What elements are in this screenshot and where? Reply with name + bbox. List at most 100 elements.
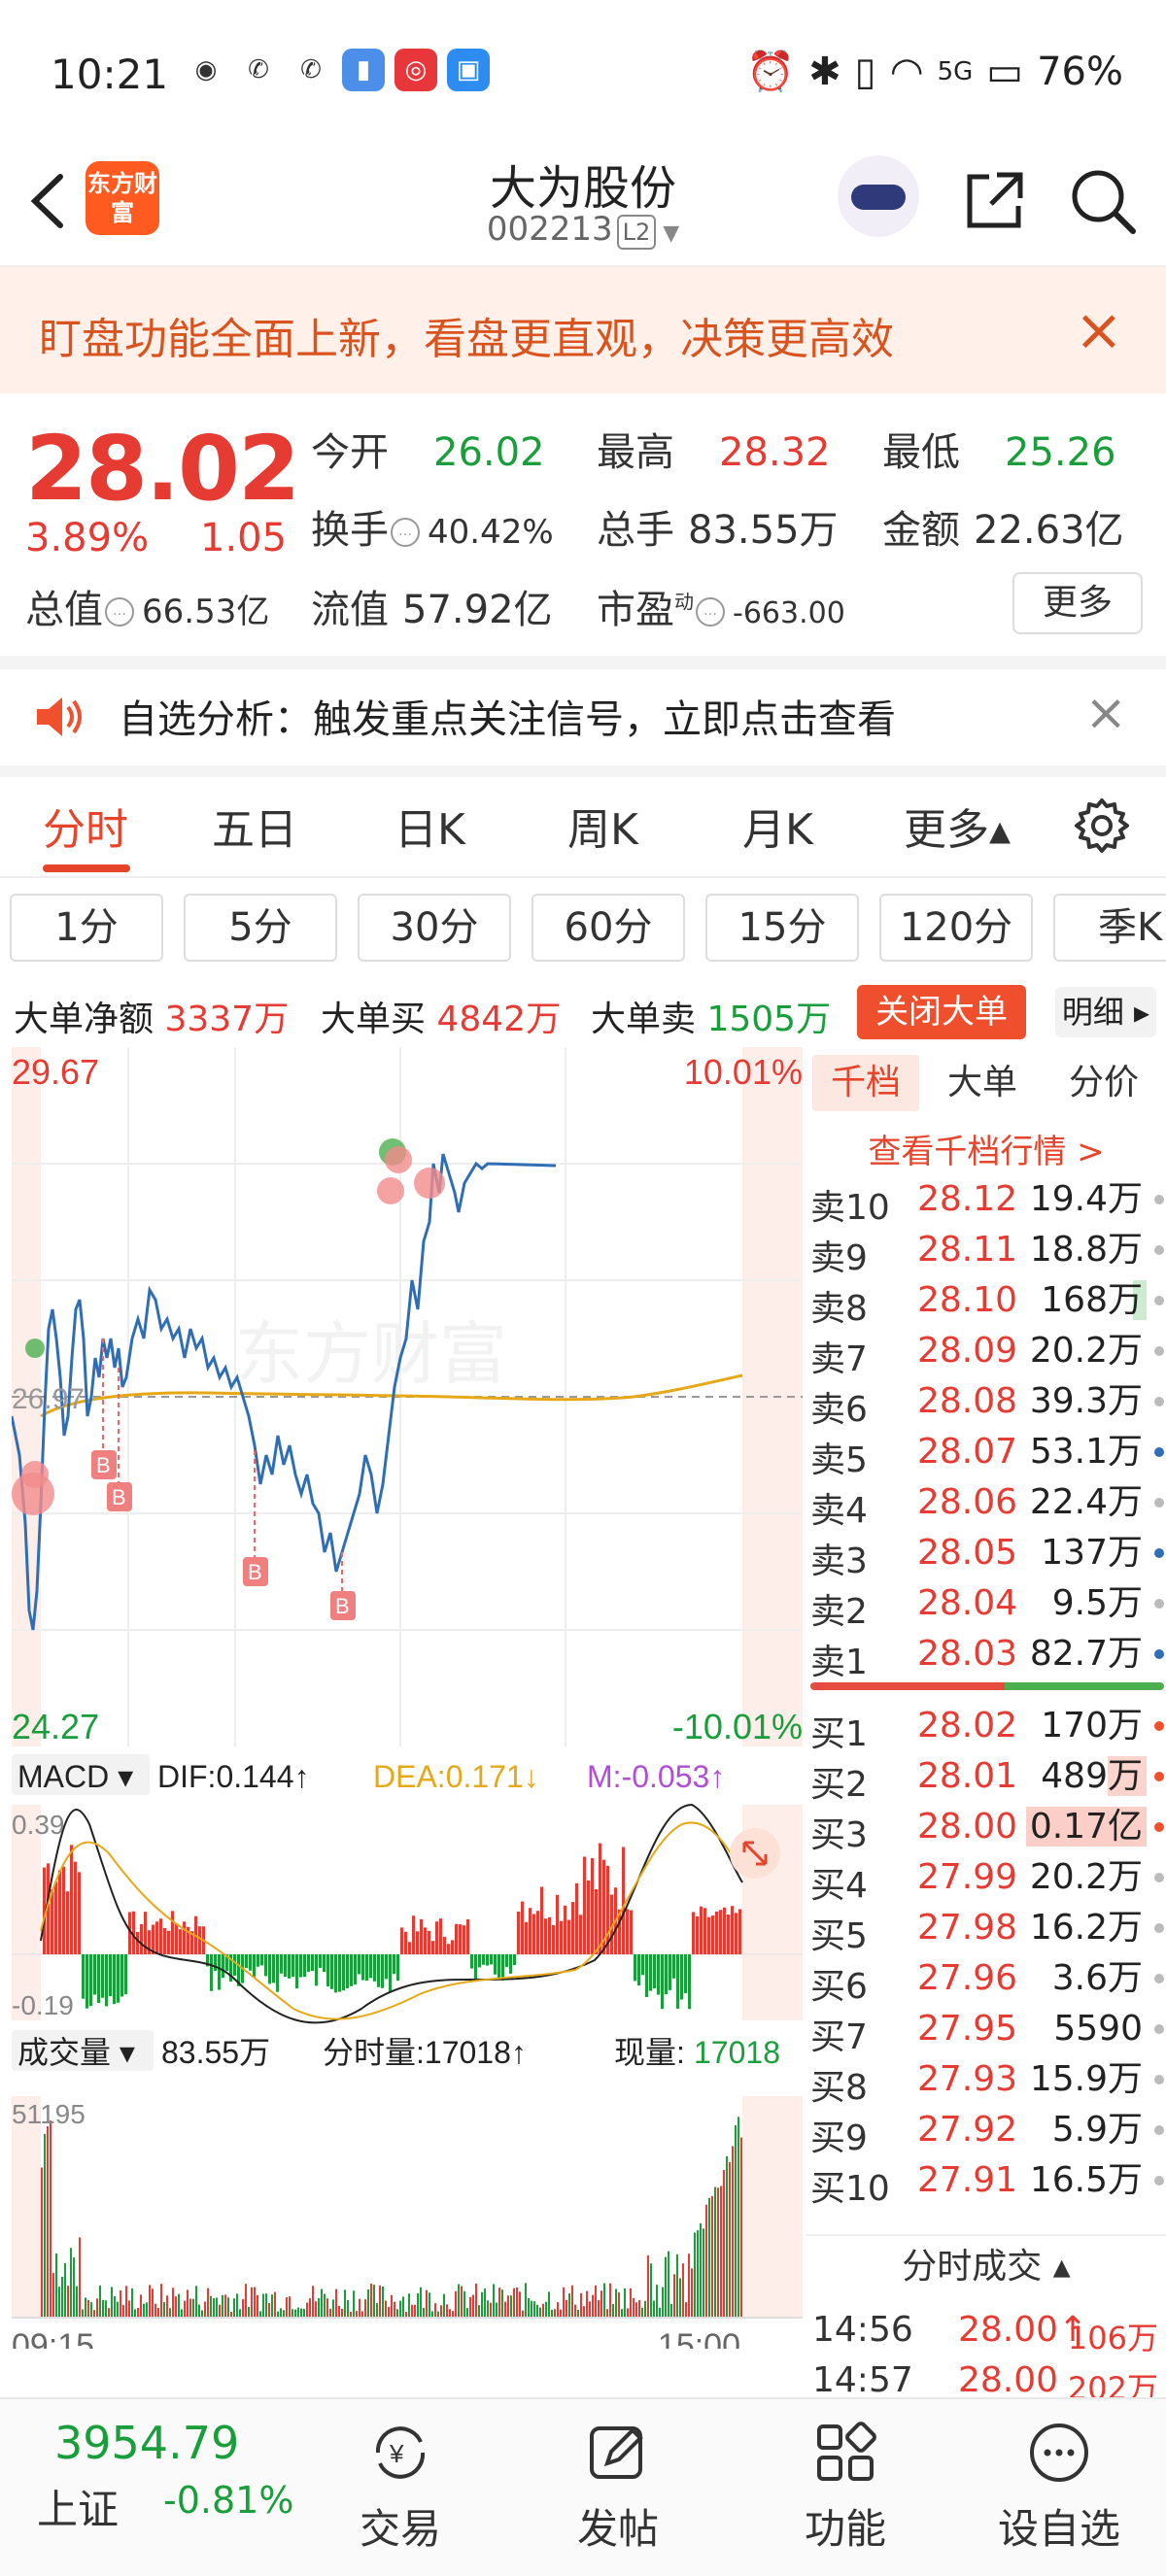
ask-level-row[interactable]: 卖4 28.06 22.4万: [810, 1478, 1164, 1531]
promo-banner[interactable]: 盯盘功能全面上新，看盘更直观，决策更高效 ×: [0, 267, 1166, 393]
share-button[interactable]: [960, 167, 1028, 235]
period-5min[interactable]: 5分: [184, 894, 337, 962]
ask-level-row[interactable]: 卖10 28.12 19.4万: [810, 1175, 1164, 1228]
ask-level-row[interactable]: 卖6 28.08 39.3万: [810, 1377, 1164, 1430]
volume-bar: [114, 2295, 116, 2318]
close-icon[interactable]: ×: [1075, 296, 1123, 364]
intraday-chart[interactable]: 东方财富 B B B B 29.67 10.01% 26.97 24.27 -1…: [10, 1047, 803, 2364]
bid-level-row[interactable]: 买1 28.02 170万: [810, 1702, 1164, 1754]
chart-settings-button[interactable]: [1073, 797, 1131, 855]
tab-weekly-k[interactable]: 周K: [567, 795, 638, 857]
volume-bar: [580, 2292, 582, 2318]
close-icon[interactable]: ×: [1084, 684, 1127, 742]
trade-volume: 106万: [1067, 2320, 1158, 2356]
volume-bar: [726, 2155, 728, 2318]
assistant-robot-icon[interactable]: [838, 155, 919, 237]
divider: [0, 765, 1166, 777]
volume-bar: [633, 2297, 634, 2318]
macd-bar: [435, 1921, 438, 1954]
info-icon[interactable]: …: [696, 597, 725, 627]
bid-level-label: 买9: [810, 2118, 868, 2158]
macd-bar: [719, 1910, 722, 1954]
intraday-trades-header[interactable]: 分时成交 ▴: [806, 2234, 1166, 2296]
volume-bar: [178, 2293, 180, 2318]
back-button[interactable]: [23, 167, 82, 235]
volume-bar: [50, 2120, 51, 2318]
ask-level-row[interactable]: 卖8 28.10 168万: [810, 1276, 1164, 1329]
macd-bar: [447, 1944, 450, 1954]
volume-bar: [423, 2307, 425, 2318]
volume-bar: [694, 2232, 696, 2318]
bid-level-row[interactable]: 买5 27.98 16.2万: [810, 1904, 1164, 1956]
ask-level-label: 卖7: [810, 1339, 868, 1379]
view-thousand-levels-link[interactable]: 查看千档行情 >: [806, 1125, 1166, 1172]
app-logo[interactable]: 东方财富: [86, 161, 159, 235]
close-big-order-button[interactable]: 关闭大单: [857, 985, 1026, 1039]
macd-bar: [715, 1911, 718, 1954]
period-120min[interactable]: 120分: [879, 894, 1033, 962]
stock-code-selector[interactable]: 002213 L2 ▼: [428, 210, 738, 250]
open-value: 26.02: [433, 430, 545, 475]
bid-indicator-dot: [1154, 1923, 1164, 1933]
tab-more[interactable]: 更多▴: [904, 795, 1011, 857]
period-1min[interactable]: 1分: [10, 894, 163, 962]
period-quarter-k[interactable]: 季K: [1053, 894, 1166, 962]
watchlist-analysis-notice[interactable]: 自选分析：触发重点关注信号，立即点击查看 ×: [0, 668, 1166, 765]
bid-ask-ratio-bar: [810, 1682, 1164, 1690]
macd-bar: [70, 1845, 73, 1954]
volume-bar: [481, 2291, 483, 2318]
info-icon[interactable]: …: [391, 518, 420, 547]
ask-level-row[interactable]: 卖7 28.09 20.2万: [810, 1327, 1164, 1379]
tab-daily-k[interactable]: 日K: [394, 795, 465, 857]
macd-bar: [385, 1954, 388, 1980]
info-icon[interactable]: …: [105, 597, 134, 627]
ask-level-row[interactable]: 卖1 28.03 82.7万: [810, 1630, 1164, 1682]
tab-price-distribution[interactable]: 分价: [1046, 1055, 1162, 1111]
bid-level-row[interactable]: 买3 28.00 0.17亿: [810, 1803, 1164, 1855]
volume-bar: [303, 2308, 305, 2318]
bid-level-row[interactable]: 买6 27.96 3.6万: [810, 1954, 1164, 2007]
tab-five-day[interactable]: 五日: [212, 795, 297, 857]
volume-bar: [187, 2289, 189, 2318]
search-button[interactable]: [1067, 165, 1139, 237]
caret-down-icon: ▼: [656, 221, 680, 246]
tab-monthly-k[interactable]: 月K: [742, 795, 813, 857]
bid-level-row[interactable]: 买2 28.01 489万: [810, 1752, 1164, 1805]
nav-trade[interactable]: ¥ 交易: [323, 2409, 478, 2564]
volume-bar: [44, 2133, 46, 2318]
macd-bar: [307, 1954, 310, 1972]
period-15min[interactable]: 15分: [705, 894, 859, 962]
nav-functions[interactable]: 功能: [768, 2409, 923, 2564]
macd-bar: [222, 1954, 224, 1979]
volume-bar: [219, 2304, 221, 2318]
ask-level-row[interactable]: 卖9 28.11 18.8万: [810, 1226, 1164, 1278]
volume-bar: [469, 2296, 471, 2318]
bid-level-row[interactable]: 买7 27.95 5590: [810, 2005, 1164, 2057]
bid-level-row[interactable]: 买4 27.99 20.2万: [810, 1853, 1164, 1906]
volume-bar: [737, 2117, 739, 2318]
volume-bar: [595, 2285, 597, 2318]
more-button[interactable]: 更多: [1012, 572, 1143, 634]
nav-add-watchlist[interactable]: 设自选: [981, 2409, 1137, 2564]
tab-thousand-levels[interactable]: 千档: [812, 1055, 919, 1111]
period-60min[interactable]: 60分: [532, 894, 685, 962]
ask-level-row[interactable]: 卖5 28.07 53.1万: [810, 1428, 1164, 1480]
tab-big-orders[interactable]: 大单: [929, 1055, 1036, 1111]
ask-volume: 39.3万: [1029, 1381, 1143, 1421]
period-30min[interactable]: 30分: [358, 894, 511, 962]
ask-level-row[interactable]: 卖2 28.04 9.5万: [810, 1579, 1164, 1632]
ask-level-row[interactable]: 卖3 28.05 137万: [810, 1529, 1164, 1581]
volume-bar: [102, 2299, 104, 2318]
macd-bar: [521, 1901, 524, 1954]
nav-post[interactable]: 发帖: [540, 2409, 696, 2564]
ask-volume-wrap: 18.8万: [1026, 1228, 1147, 1272]
big-order-sell-value: 1505万: [706, 1000, 832, 1039]
bid-level-row[interactable]: 买8 27.93 15.9万: [810, 2055, 1164, 2108]
bid-level-row[interactable]: 买9 27.92 5.9万: [810, 2106, 1164, 2158]
macd-bar: [136, 1931, 139, 1954]
tab-intraday[interactable]: 分时: [43, 795, 128, 857]
ask-price: 28.10: [917, 1280, 1018, 1320]
detail-button[interactable]: 明细 ▸: [1055, 987, 1156, 1037]
bid-level-row[interactable]: 买10 27.91 16.5万: [810, 2156, 1164, 2209]
macd-bar: [443, 1937, 446, 1954]
